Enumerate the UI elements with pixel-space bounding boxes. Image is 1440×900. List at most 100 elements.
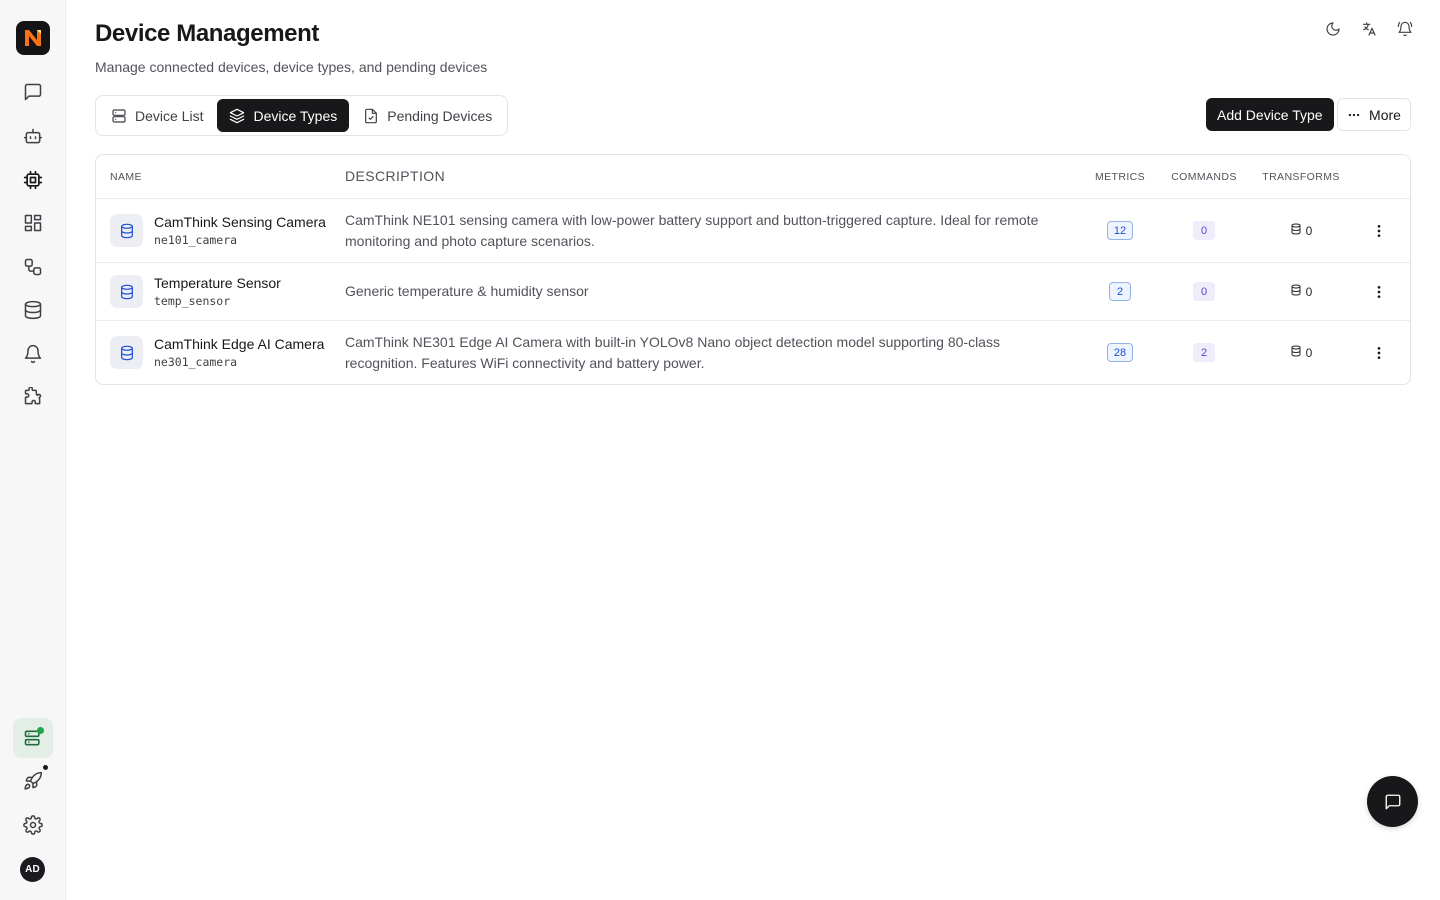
database-icon	[120, 284, 133, 299]
commands-badge: 2	[1193, 343, 1215, 362]
logo-icon	[25, 30, 41, 46]
sidebar-item-agents[interactable]	[13, 116, 53, 156]
commands-cell: 0	[1150, 282, 1258, 301]
tab-pending-devices[interactable]: Pending Devices	[351, 99, 504, 132]
column-header-description: DESCRIPTION	[345, 168, 446, 184]
transform-icon	[1290, 345, 1302, 360]
sidebar-item-data[interactable]	[13, 290, 53, 330]
column-header-name: NAME	[110, 170, 142, 183]
commands-cell: 2	[1150, 343, 1258, 362]
ellipsis-icon	[1348, 113, 1360, 116]
device-type-icon	[110, 336, 143, 369]
sidebar-item-chat[interactable]	[13, 72, 53, 112]
rocket-icon	[24, 771, 43, 790]
chat-icon	[1385, 794, 1400, 809]
column-header-commands: COMMANDS	[1171, 170, 1237, 183]
language-button[interactable]	[1358, 18, 1380, 40]
theme-toggle-button[interactable]	[1322, 18, 1344, 40]
sidebar-item-extensions[interactable]	[13, 377, 53, 417]
database-icon	[24, 300, 42, 320]
sidebar-item-alerts[interactable]	[13, 334, 53, 374]
device-type-code: ne301_camera	[154, 355, 238, 369]
transforms-cell: 0	[1258, 284, 1344, 299]
table-header: NAME DESCRIPTION METRICS COMMANDS TRANSF…	[96, 155, 1410, 199]
actions-cell	[1344, 222, 1410, 240]
bot-icon	[23, 128, 43, 144]
sidebar-item-launch[interactable]	[13, 761, 53, 801]
message-icon	[24, 83, 42, 101]
tab-label: Pending Devices	[387, 107, 493, 124]
more-vertical-icon	[1377, 346, 1381, 359]
layout-grid-icon	[24, 214, 42, 232]
puzzle-icon	[24, 387, 42, 405]
name-cell: CamThink Sensing Camera ne101_camera	[96, 214, 345, 247]
status-online-dot	[37, 727, 44, 734]
more-label: More	[1369, 106, 1401, 123]
actions-cell	[1344, 283, 1410, 301]
sidebar-item-status[interactable]	[13, 718, 53, 758]
layers-icon	[230, 108, 245, 123]
bell-icon	[24, 344, 42, 364]
table-row[interactable]: CamThink Sensing Camera ne101_camera Cam…	[96, 199, 1410, 263]
device-type-icon	[110, 275, 143, 308]
notifications-button[interactable]	[1394, 18, 1416, 40]
metrics-cell: 2	[1090, 282, 1150, 301]
sidebar: AD	[0, 0, 66, 900]
file-pending-icon	[365, 108, 378, 123]
device-type-code: temp_sensor	[154, 294, 231, 308]
moon-icon	[1326, 22, 1340, 36]
app-logo[interactable]	[16, 21, 50, 55]
add-device-type-button[interactable]: Add Device Type	[1206, 98, 1334, 131]
transforms-count: 0	[1305, 345, 1313, 360]
column-header-transforms: TRANSFORMS	[1262, 170, 1340, 183]
device-type-name[interactable]: CamThink Edge AI Camera	[154, 336, 324, 352]
workflow-icon	[24, 258, 42, 276]
tab-label: Device List	[135, 107, 204, 124]
description-cell: CamThink NE101 sensing camera with low-p…	[345, 211, 1039, 249]
update-dot	[43, 765, 48, 770]
metrics-badge: 28	[1106, 343, 1134, 362]
commands-badge: 0	[1193, 282, 1215, 301]
table-row[interactable]: CamThink Edge AI Camera ne301_camera Cam…	[96, 321, 1410, 384]
device-type-icon	[110, 214, 143, 247]
database-icon	[120, 223, 133, 238]
commands-badge: 0	[1193, 221, 1215, 240]
tab-device-list[interactable]: Device List	[99, 99, 215, 132]
device-type-name[interactable]: CamThink Sensing Camera	[154, 214, 326, 230]
row-menu-button[interactable]	[1370, 344, 1388, 362]
metrics-badge: 12	[1106, 221, 1134, 240]
name-cell: CamThink Edge AI Camera ne301_camera	[96, 336, 345, 369]
metrics-cell: 28	[1090, 343, 1150, 362]
server-icon	[112, 108, 126, 123]
transforms-count: 0	[1305, 223, 1313, 238]
device-type-name[interactable]: Temperature Sensor	[154, 275, 281, 291]
description-cell: CamThink NE301 Edge AI Camera with built…	[345, 333, 1000, 371]
table-row[interactable]: Temperature Sensor temp_sensor Generic t…	[96, 263, 1410, 321]
more-button[interactable]: More	[1337, 98, 1411, 131]
sidebar-item-workflows[interactable]	[13, 247, 53, 287]
page-subtitle: Manage connected devices, device types, …	[95, 59, 488, 75]
sidebar-item-devices[interactable]	[13, 160, 53, 200]
sidebar-item-dashboards[interactable]	[13, 203, 53, 243]
chat-fab-button[interactable]	[1367, 776, 1418, 827]
tab-device-types[interactable]: Device Types	[217, 99, 350, 132]
transforms-count: 0	[1305, 284, 1313, 299]
more-vertical-icon	[1377, 285, 1381, 298]
top-toolbar	[1322, 18, 1416, 40]
row-menu-button[interactable]	[1370, 283, 1388, 301]
tab-label: Device Types	[253, 107, 338, 124]
metrics-cell: 12	[1090, 221, 1150, 240]
transform-icon	[1290, 223, 1302, 238]
transforms-cell: 0	[1258, 345, 1344, 360]
page-title: Device Management	[95, 20, 319, 47]
user-avatar[interactable]: AD	[20, 857, 45, 882]
transforms-cell: 0	[1258, 223, 1344, 238]
sidebar-item-settings[interactable]	[13, 805, 53, 845]
device-types-table: NAME DESCRIPTION METRICS COMMANDS TRANSF…	[95, 154, 1411, 385]
transform-icon	[1290, 284, 1302, 299]
metrics-badge: 2	[1109, 282, 1131, 301]
device-type-code: ne101_camera	[154, 233, 238, 247]
actions-cell	[1344, 344, 1410, 362]
name-cell: Temperature Sensor temp_sensor	[96, 275, 345, 308]
row-menu-button[interactable]	[1370, 222, 1388, 240]
